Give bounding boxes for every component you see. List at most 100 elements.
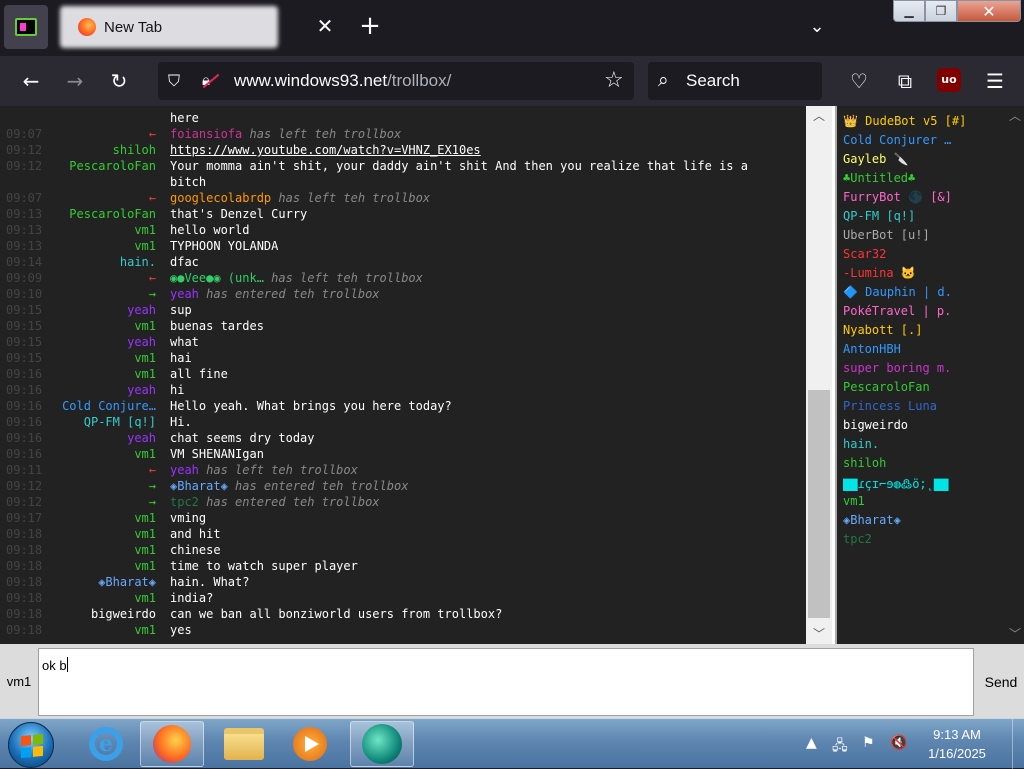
message-nick[interactable]: ← [149, 190, 156, 206]
message-nick[interactable]: QP-FM [q!] [84, 414, 156, 430]
pocket-icon[interactable]: ♡ [844, 66, 874, 96]
window-close-button[interactable]: ✕ [957, 0, 1021, 22]
maximize-button[interactable]: ❐ [925, 0, 957, 22]
message-nick[interactable]: vm1 [134, 238, 156, 254]
message-nick[interactable]: → [149, 286, 156, 302]
internet-explorer-icon[interactable]: e [74, 721, 138, 767]
message-nick[interactable]: PescaroloFan [69, 206, 156, 222]
user-list-item[interactable]: ♣Untitled♣ [843, 171, 1003, 190]
user-list-scrollbar[interactable]: ︿ ﹀ [1006, 106, 1024, 644]
system-message-nick[interactable]: foiansiofa [170, 127, 242, 141]
bookmark-star-icon[interactable]: ☆ [604, 68, 624, 93]
clock[interactable]: 9:13 AM 1/16/2025 [912, 725, 1002, 763]
message-nick[interactable]: vm1 [134, 622, 156, 638]
message-nick[interactable]: yeah [127, 382, 156, 398]
explorer-folder-icon[interactable] [212, 721, 276, 767]
message-nick[interactable]: vm1 [134, 366, 156, 382]
message-input[interactable]: ok b [38, 648, 974, 716]
network-icon[interactable]: 🖧 [832, 735, 848, 759]
back-button[interactable]: ← [16, 66, 46, 96]
message-nick[interactable]: vm1 [134, 542, 156, 558]
action-center-flag-icon[interactable]: ⚑ [862, 735, 875, 751]
user-list-item[interactable]: -Lumina 🐱 [843, 266, 1003, 285]
user-list-item[interactable]: vm1 [843, 494, 1003, 513]
forward-button[interactable]: → [60, 66, 90, 96]
message-nick[interactable]: ← [149, 126, 156, 142]
start-button[interactable] [8, 722, 54, 768]
new-tab-button[interactable]: + [358, 13, 382, 40]
system-message-nick[interactable]: ◈Bharat◈ [170, 479, 228, 493]
tracking-protection-icon[interactable]: ⛉ [168, 71, 186, 91]
user-list-item[interactable]: Princess Luna [843, 399, 1003, 418]
message-nick[interactable]: hain. [120, 254, 156, 270]
message-nick[interactable]: vm1 [134, 590, 156, 606]
insecure-lock-icon[interactable]: 🔒︎ [202, 71, 220, 91]
message-nick[interactable]: vm1 [134, 526, 156, 542]
scroll-down-icon[interactable]: ﹀ [806, 624, 832, 644]
send-button[interactable]: Send [978, 644, 1024, 720]
scrollbar-thumb[interactable] [808, 390, 830, 618]
browser-tab[interactable]: New Tab ✕ [56, 4, 346, 50]
extensions-icon[interactable]: ⧉ [890, 66, 920, 96]
user-list-item[interactable]: ▇▇ɾçɪ⌐ɘ◍߷ö;˛▇▇ [843, 475, 1003, 494]
list-all-tabs-button[interactable]: ⌄ [804, 14, 830, 40]
message-nick[interactable]: vm1 [134, 222, 156, 238]
search-box[interactable]: ⌕ Search [648, 62, 822, 100]
scroll-up-icon[interactable]: ︿ [806, 106, 832, 126]
message-nick[interactable]: vm1 [134, 350, 156, 366]
reload-button[interactable]: ↻ [104, 66, 134, 96]
message-nick[interactable]: vm1 [134, 510, 156, 526]
system-message-nick[interactable]: googlecolabrdp [170, 191, 271, 205]
show-desktop-button[interactable] [1012, 719, 1024, 769]
scroll-down-icon[interactable]: ﹀ [1006, 624, 1024, 644]
system-message-nick[interactable]: tpc2 [170, 495, 199, 509]
message-nick[interactable]: → [149, 478, 156, 494]
message-nick[interactable]: yeah [127, 302, 156, 318]
message-nick[interactable]: → [149, 494, 156, 510]
user-list-item[interactable]: hain. [843, 437, 1003, 456]
minimize-button[interactable]: ▁ [893, 0, 925, 22]
show-hidden-icons-icon[interactable]: ▲ [806, 735, 817, 751]
chat-scrollbar[interactable]: ︿ ﹀ [806, 106, 832, 644]
user-list-item[interactable]: shiloh [843, 456, 1003, 475]
windows93-app-icon[interactable] [4, 5, 48, 49]
user-list[interactable]: 👑 DudeBot v5 [#] Cold Conjurer … Gayleb 🔪 ♣… [835, 106, 1024, 644]
system-message-nick[interactable]: ◉●Vee●◉ (unk… [170, 271, 264, 285]
system-message-nick[interactable]: yeah [170, 287, 199, 301]
menu-icon[interactable]: ☰ [980, 66, 1010, 96]
user-list-item[interactable]: 🔷 Dauphin | d. [843, 285, 1003, 304]
firefox-taskbar-icon[interactable] [140, 721, 204, 767]
message-nick[interactable]: ← [149, 462, 156, 478]
url-bar[interactable]: ⛉ 🔒︎ www.windows93.net/trollbox/ ☆ [158, 62, 634, 100]
user-list-item[interactable]: tpc2 [843, 532, 1003, 551]
url-text[interactable]: www.windows93.net/trollbox/ [234, 71, 451, 91]
user-list-item[interactable]: bigweirdo [843, 418, 1003, 437]
user-list-item[interactable]: super boring m. [843, 361, 1003, 380]
user-list-item[interactable]: FurryBot 🌑 [&] [843, 190, 1003, 209]
user-list-item[interactable]: Scar32 [843, 247, 1003, 266]
message-nick[interactable]: vm1 [134, 446, 156, 462]
current-nick[interactable]: vm1 [0, 644, 38, 720]
user-list-item[interactable]: Nyabott [.] [843, 323, 1003, 342]
user-list-item[interactable]: PescaroloFan [843, 380, 1003, 399]
ublock-origin-icon[interactable]: uo [937, 68, 961, 92]
user-list-item[interactable]: AntonHBH [843, 342, 1003, 361]
message-nick[interactable]: yeah [127, 334, 156, 350]
message-nick[interactable]: Cold Conjure… [62, 398, 156, 414]
volume-muted-icon[interactable]: 🔇 [890, 735, 907, 751]
windows93-taskbar-icon[interactable] [350, 721, 414, 767]
message-link[interactable]: https://www.youtube.com/watch?v=VHNZ_EX1… [170, 143, 481, 157]
user-list-item[interactable]: Cold Conjurer … [843, 133, 1003, 152]
user-list-item[interactable]: Gayleb 🔪 [843, 152, 1003, 171]
user-list-item[interactable]: 👑 DudeBot v5 [#] [843, 114, 1003, 133]
close-tab-icon[interactable]: ✕ [314, 14, 336, 38]
chat-log[interactable]: here 09:07 ← foiansiofa has left teh trollb… [0, 106, 832, 644]
message-nick[interactable]: ◈Bharat◈ [98, 574, 156, 590]
user-list-item[interactable]: ◈Bharat◈ [843, 513, 1003, 532]
message-nick[interactable]: bigweirdo [91, 606, 156, 622]
scroll-up-icon[interactable]: ︿ [1006, 106, 1024, 126]
user-list-item[interactable]: QP-FM [q!] [843, 209, 1003, 228]
message-nick[interactable]: vm1 [134, 318, 156, 334]
user-list-item[interactable]: PokéTravel | p. [843, 304, 1003, 323]
user-list-item[interactable]: UberBot [u!] [843, 228, 1003, 247]
